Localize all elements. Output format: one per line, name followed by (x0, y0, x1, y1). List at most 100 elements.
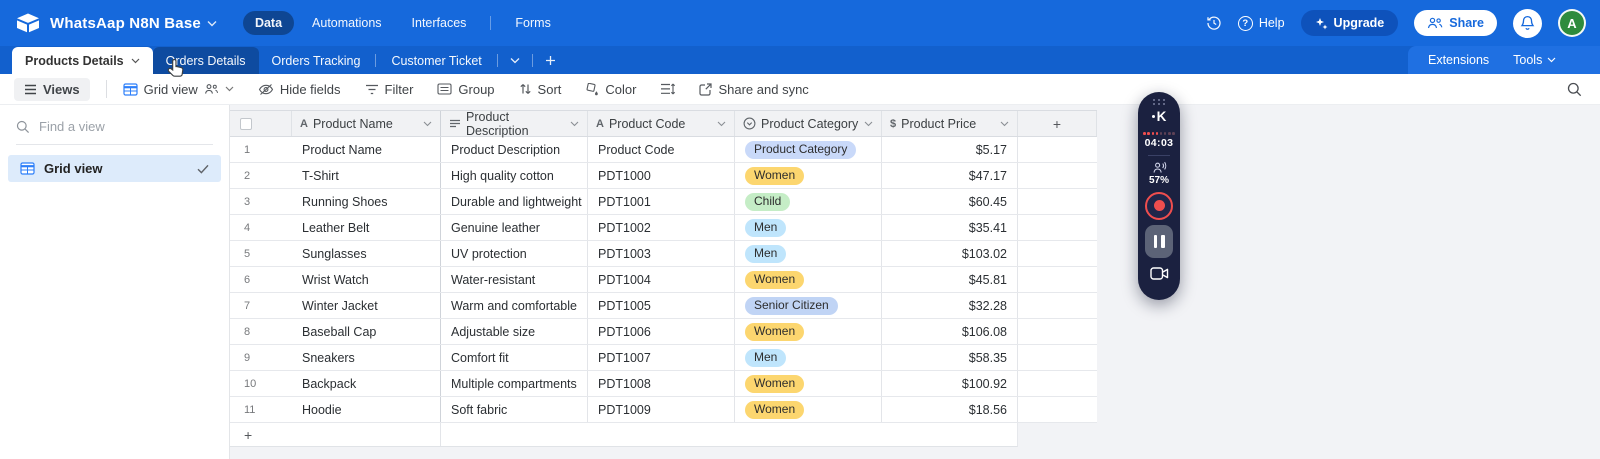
cell-product-code[interactable]: PDT1004 (588, 267, 735, 292)
cell-product-category[interactable]: Senior Citizen (735, 293, 882, 318)
table-tab-orders-tracking[interactable]: Orders Tracking (259, 47, 374, 74)
cell-product-price[interactable]: $35.41 (882, 215, 1018, 240)
cell-product-category[interactable]: Women (735, 267, 882, 292)
cell-product-name[interactable]: Hoodie (292, 397, 441, 422)
sort-button[interactable]: Sort (519, 82, 561, 97)
camera-button[interactable] (1149, 266, 1169, 280)
help-button[interactable]: ? Help (1237, 15, 1285, 31)
cell-product-description[interactable]: Soft fabric (441, 397, 588, 422)
tools-button[interactable]: Tools (1513, 53, 1556, 67)
cell-product-price[interactable]: $106.08 (882, 319, 1018, 344)
nav-tab-forms[interactable]: Forms (503, 11, 562, 35)
cell-product-description[interactable]: UV protection (441, 241, 588, 266)
cell-product-name[interactable]: Running Shoes (292, 189, 441, 214)
nav-tab-automations[interactable]: Automations (300, 11, 393, 35)
cell-product-name[interactable]: Leather Belt (292, 215, 441, 240)
cell-product-description[interactable]: Durable and lightweight (441, 189, 588, 214)
cell-product-category[interactable]: Women (735, 163, 882, 188)
sidebar-item-grid-view[interactable]: Grid view (8, 155, 221, 182)
cell-product-name[interactable]: Baseball Cap (292, 319, 441, 344)
cell-product-category[interactable]: Child (735, 189, 882, 214)
column-chevron-icon[interactable] (570, 121, 579, 127)
record-button[interactable] (1145, 191, 1173, 220)
table-tab-orders-details[interactable]: Orders Details (152, 47, 259, 74)
cell-product-name[interactable]: Backpack (292, 371, 441, 396)
cell-product-code[interactable]: PDT1000 (588, 163, 735, 188)
add-field-button[interactable]: + (1018, 111, 1097, 136)
row-number[interactable]: 10 (230, 371, 292, 396)
row-number[interactable]: 4 (230, 215, 292, 240)
cell-product-description[interactable]: Multiple compartments (441, 371, 588, 396)
cell-product-price[interactable]: $47.17 (882, 163, 1018, 188)
cell-product-description[interactable]: Comfort fit (441, 345, 588, 370)
cell-product-code[interactable]: PDT1003 (588, 241, 735, 266)
cell-product-category[interactable]: Women (735, 319, 882, 344)
filter-button[interactable]: Filter (365, 82, 413, 97)
cell-product-price[interactable]: $100.92 (882, 371, 1018, 396)
color-button[interactable]: Color (585, 82, 636, 97)
column-header-product-category[interactable]: Product Category (735, 111, 882, 136)
cell-product-name[interactable]: Wrist Watch (292, 267, 441, 292)
row-number[interactable]: 6 (230, 267, 292, 292)
cell-product-description[interactable]: Adjustable size (441, 319, 588, 344)
cell-product-category[interactable]: Women (735, 371, 882, 396)
cell-product-code[interactable]: PDT1007 (588, 345, 735, 370)
nav-tab-data[interactable]: Data (242, 11, 295, 35)
cell-product-price[interactable]: $45.81 (882, 267, 1018, 292)
cell-product-name[interactable]: Sunglasses (292, 241, 441, 266)
group-button[interactable]: Group (437, 82, 495, 97)
notifications-button[interactable] (1513, 8, 1542, 38)
cell-product-name[interactable]: Winter Jacket (292, 293, 441, 318)
cell-product-price[interactable]: $58.35 (882, 345, 1018, 370)
add-record-button[interactable]: + (230, 423, 441, 446)
cell-product-price[interactable]: $5.17 (882, 137, 1018, 162)
cell-product-code[interactable]: PDT1008 (588, 371, 735, 396)
row-number[interactable]: 2 (230, 163, 292, 188)
row-number[interactable]: 9 (230, 345, 292, 370)
column-header-product-name[interactable]: A Product Name (292, 111, 441, 136)
cell-product-price[interactable]: $32.28 (882, 293, 1018, 318)
row-number[interactable]: 11 (230, 397, 292, 422)
hide-fields-button[interactable]: Hide fields (258, 82, 341, 97)
select-all-checkbox[interactable] (240, 117, 252, 130)
cell-product-category[interactable]: Men (735, 241, 882, 266)
row-height-button[interactable] (660, 83, 676, 95)
pause-button[interactable] (1145, 224, 1173, 258)
base-title[interactable]: WhatsAap N8N Base (50, 15, 201, 32)
nav-tab-interfaces[interactable]: Interfaces (400, 11, 479, 35)
row-number[interactable]: 8 (230, 319, 292, 344)
extensions-button[interactable]: Extensions (1428, 53, 1489, 67)
cell-product-category[interactable]: Men (735, 215, 882, 240)
find-a-view-input[interactable]: Find a view (16, 119, 213, 145)
upgrade-button[interactable]: Upgrade (1300, 10, 1399, 36)
history-icon[interactable] (1206, 15, 1222, 31)
cell-product-category[interactable]: Women (735, 397, 882, 422)
add-record-row[interactable]: + (230, 423, 1018, 447)
cell-product-name[interactable]: T-Shirt (292, 163, 441, 188)
share-and-sync-button[interactable]: Share and sync (699, 82, 809, 97)
search-button[interactable] (1567, 82, 1582, 97)
cell-product-price[interactable]: $60.45 (882, 189, 1018, 214)
cell-product-category[interactable]: Men (735, 345, 882, 370)
column-header-product-description[interactable]: Product Description (441, 110, 588, 138)
row-number[interactable]: 1 (230, 137, 292, 162)
column-chevron-icon[interactable] (864, 121, 873, 127)
cell-product-description[interactable]: Genuine leather (441, 215, 588, 240)
column-header-product-price[interactable]: $ Product Price (882, 111, 1018, 136)
row-number[interactable]: 7 (230, 293, 292, 318)
column-chevron-icon[interactable] (717, 121, 726, 127)
cell-product-description[interactable]: High quality cotton (441, 163, 588, 188)
cell-product-price[interactable]: $103.02 (882, 241, 1018, 266)
cell-product-code[interactable]: Product Code (588, 137, 735, 162)
select-all-cell[interactable] (230, 111, 292, 136)
views-button[interactable]: Views (14, 77, 90, 101)
cell-product-price[interactable]: $18.56 (882, 397, 1018, 422)
column-chevron-icon[interactable] (1000, 121, 1009, 127)
base-chevron-down-icon[interactable] (207, 20, 217, 27)
cell-product-code[interactable]: PDT1006 (588, 319, 735, 344)
cell-product-name[interactable]: Product Name (292, 137, 441, 162)
row-number[interactable]: 3 (230, 189, 292, 214)
drag-handle[interactable] (1152, 99, 1166, 105)
column-chevron-icon[interactable] (423, 121, 432, 127)
add-table-icon[interactable] (535, 55, 566, 66)
